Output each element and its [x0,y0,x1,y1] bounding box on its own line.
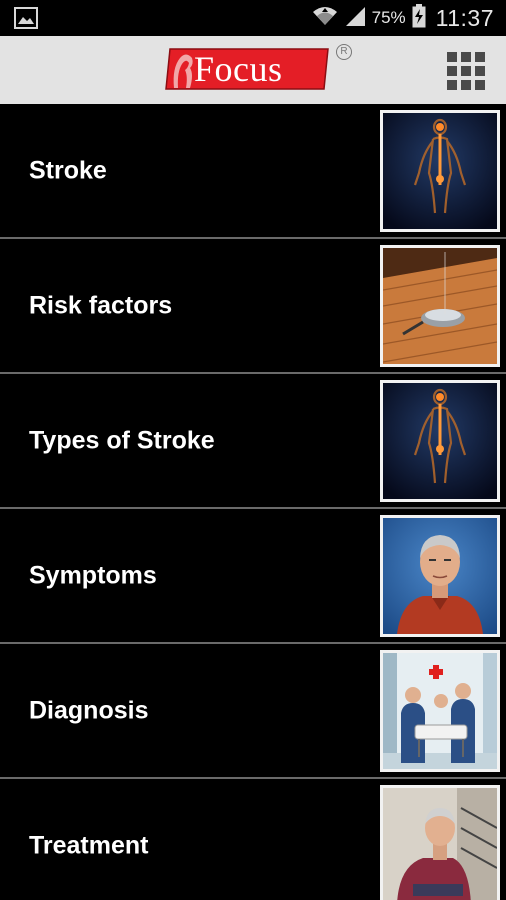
body-nervous-system-thumbnail [380,380,500,502]
grid-menu-icon [447,52,457,62]
list-item-treatment[interactable]: Treatment [0,779,506,900]
list-item-label: Diagnosis [29,696,149,724]
image-notification-icon [14,7,38,29]
elderly-man-seated-thumbnail [380,785,500,900]
wifi-icon [312,5,338,32]
logo-text: Focus [194,49,283,89]
list-item-label: Types of Stroke [29,426,215,454]
clock: 11:37 [435,4,494,31]
status-bar: 75% 11:37 [0,0,506,36]
ashtray-thumbnail [380,245,500,367]
list-item-symptoms[interactable]: Symptoms [0,509,506,644]
battery-charging-icon [412,3,426,33]
list-item-types-of-stroke[interactable]: Types of Stroke [0,374,506,509]
battery-percent: 75% [371,8,406,27]
signal-icon [344,5,366,32]
focus-logo: Focus [164,46,334,92]
grid-menu-button[interactable] [447,52,485,90]
hospital-doctors-thumbnail [380,650,500,772]
app-bar: Focus R [0,36,506,104]
list-item-label: Treatment [29,831,149,859]
list-item-risk-factors[interactable]: Risk factors [0,239,506,374]
list-item-diagnosis[interactable]: Diagnosis [0,644,506,779]
body-nervous-system-thumbnail [380,110,500,232]
list-item-label: Risk factors [29,291,173,319]
topic-list: Stroke Risk factors Types of Stroke Symp… [0,104,506,900]
list-item-stroke[interactable]: Stroke [0,104,506,239]
registered-mark: R [336,44,352,60]
list-item-label: Stroke [29,156,107,184]
elderly-man-portrait-thumbnail [380,515,500,637]
list-item-label: Symptoms [29,561,157,589]
